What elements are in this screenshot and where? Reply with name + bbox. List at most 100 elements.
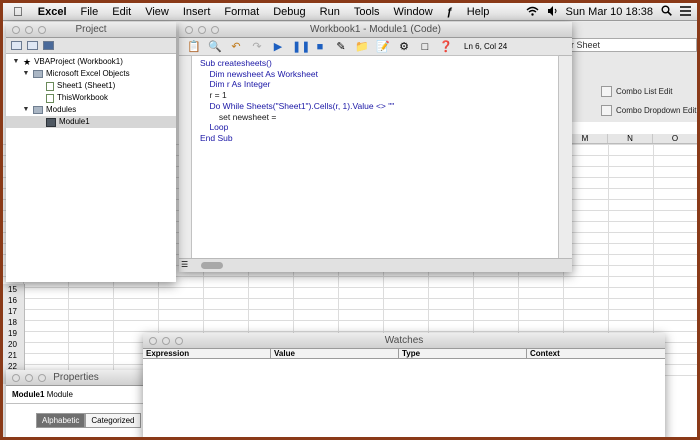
project-toolbar [6,38,176,54]
column-headers: M N O [563,134,697,144]
clock[interactable]: Sun Mar 10 18:38 [566,6,653,18]
code-editor[interactable]: Sub createsheets() Dim newsheet As Works… [191,55,559,260]
tree-node-excel-objects[interactable]: ▼ Microsoft Excel Objects [6,68,176,80]
redo-icon[interactable]: ↷ [250,40,264,54]
apple-icon[interactable]:  [3,4,31,19]
code-line[interactable]: End Sub [192,133,558,144]
zoom-button[interactable] [175,337,183,345]
menu-help[interactable]: Help [460,6,497,18]
code-line[interactable]: Dim newsheet As Worksheet [192,69,558,80]
menu-app-excel[interactable]: Excel [31,6,74,18]
project-window-titlebar[interactable]: Project [6,22,176,38]
project-explorer-icon[interactable]: 📁 [355,40,369,54]
code-line[interactable]: set newsheet = [192,112,558,123]
menu-file[interactable]: File [74,6,106,18]
tab-alphabetic[interactable]: Alphabetic [36,413,86,428]
watches-window-titlebar[interactable]: Watches [143,333,665,349]
code-toolbar: 📋 🔍 ↶ ↷ ▶ ❚❚ ■ ✎ 📁 📝 ⚙ □ ❓ Ln 6, Col 24 [179,38,572,56]
view-code-icon[interactable] [11,41,22,50]
volume-icon[interactable] [547,5,558,19]
minimize-button[interactable] [198,26,206,34]
close-button[interactable] [149,337,157,345]
code-line-text: Dim r As Integer [200,79,271,90]
object-browser-icon[interactable]: ⚙ [397,40,411,54]
close-button[interactable] [12,26,20,34]
menu-tools[interactable]: Tools [347,6,387,18]
expand-arrow-icon[interactable]: ▼ [22,68,30,80]
expand-arrow-icon[interactable]: ▼ [12,56,20,68]
minimize-button[interactable] [25,374,33,382]
undo-icon[interactable]: ↶ [229,40,243,54]
code-line[interactable]: Loop [192,122,558,133]
row-header[interactable]: 21 [3,350,24,361]
close-button[interactable] [185,26,193,34]
column-expression[interactable]: Expression [143,349,271,358]
row-header[interactable]: 18 [3,317,24,328]
script-menu-icon[interactable]: ƒ [440,6,460,18]
toggle-folders-icon[interactable] [43,41,54,50]
column-value[interactable]: Value [271,349,399,358]
properties-icon[interactable]: 📝 [376,40,390,54]
design-mode-icon[interactable]: ✎ [334,40,348,54]
properties-window-title: Properties [53,372,99,383]
tree-node-sheet1[interactable]: Sheet1 (Sheet1) [6,80,176,92]
tab-categorized[interactable]: Categorized [85,413,141,428]
notification-list-icon[interactable] [680,5,691,19]
object-selector[interactable]: Module1 Module [6,386,146,404]
code-line[interactable]: Sub createsheets() [192,58,558,69]
tree-node-label: ThisWorkbook [57,93,108,102]
code-line[interactable]: Do While Sheets("Sheet1").Cells(r, 1).Va… [192,101,558,112]
tree-node-vbaproject[interactable]: ▼ ★ VBAProject (Workbook1) [6,56,176,68]
object-type: Module [46,390,73,399]
run-icon[interactable]: ▶ [271,40,285,54]
zoom-button[interactable] [38,374,46,382]
spotlight-search-icon[interactable] [661,5,672,19]
row-header[interactable]: 15 [3,284,24,295]
zoom-button[interactable] [211,26,219,34]
menu-bar:  Excel File Edit View Insert Format Deb… [3,3,697,21]
code-statusbar: ☰ [179,258,572,272]
paste-icon[interactable]: 📋 [187,40,201,54]
combo-dropdown-edit-button[interactable]: Combo Dropdown Edit [601,105,696,116]
close-button[interactable] [12,374,20,382]
menu-run[interactable]: Run [313,6,347,18]
combo-list-edit-button[interactable]: Combo List Edit [601,86,672,97]
column-header[interactable]: N [608,134,653,143]
tree-node-modules[interactable]: ▼ Modules [6,104,176,116]
column-type[interactable]: Type [399,349,527,358]
properties-window-titlebar[interactable]: Properties [6,370,146,386]
row-header[interactable]: 17 [3,306,24,317]
view-object-icon[interactable] [27,41,38,50]
pause-icon[interactable]: ❚❚ [292,40,310,54]
stop-icon[interactable]: ■ [313,40,327,54]
row-header[interactable]: 16 [3,295,24,306]
horizontal-scrollbar[interactable] [201,262,223,269]
code-window-titlebar[interactable]: Workbook1 - Module1 (Code) [179,22,572,38]
wifi-icon[interactable] [526,6,539,19]
tree-node-module1[interactable]: Module1 [6,116,176,128]
row-header[interactable]: 19 [3,328,24,339]
minimize-button[interactable] [162,337,170,345]
menu-edit[interactable]: Edit [105,6,138,18]
tree-node-thisworkbook[interactable]: ThisWorkbook [6,92,176,104]
help-icon[interactable]: ❓ [439,40,453,54]
view-toggle-icon[interactable]: ☰ [181,260,188,269]
row-header[interactable]: 20 [3,339,24,350]
menu-view[interactable]: View [138,6,176,18]
menu-insert[interactable]: Insert [176,6,218,18]
column-header[interactable]: O [653,134,697,143]
minimize-button[interactable] [25,26,33,34]
find-icon[interactable]: 🔍 [208,40,222,54]
project-tree[interactable]: ▼ ★ VBAProject (Workbook1) ▼ Microsoft E… [6,54,176,128]
column-context[interactable]: Context [527,349,665,358]
menu-format[interactable]: Format [217,6,266,18]
watches-window: Watches Expression Value Type Context [143,333,665,437]
toolbox-icon[interactable]: □ [418,40,432,54]
expand-arrow-icon[interactable]: ▼ [22,104,30,116]
workbook-icon [46,93,54,103]
code-line[interactable]: r = 1 [192,90,558,101]
menu-window[interactable]: Window [387,6,440,18]
code-line[interactable]: Dim r As Integer [192,79,558,90]
menu-debug[interactable]: Debug [266,6,312,18]
zoom-button[interactable] [38,26,46,34]
